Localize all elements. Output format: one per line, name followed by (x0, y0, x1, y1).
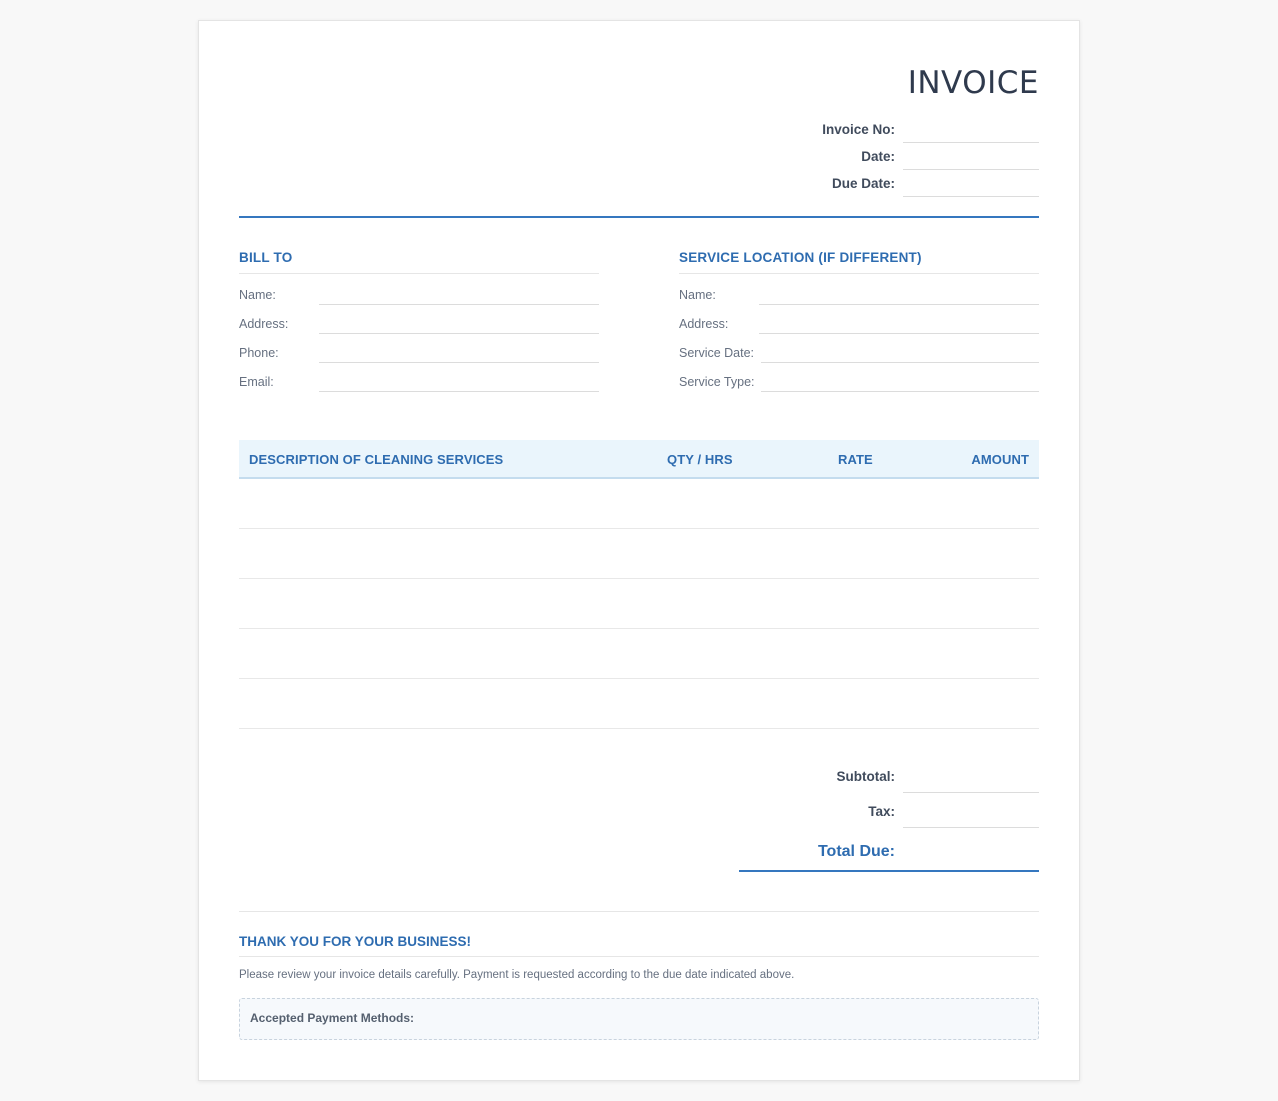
footer-divider (239, 911, 1039, 912)
bill-to-email-label: Email: (239, 375, 274, 389)
service-type-field[interactable] (761, 391, 1039, 392)
table-row[interactable] (239, 679, 1039, 729)
table-row[interactable] (239, 479, 1039, 529)
subtotal-field[interactable] (903, 792, 1039, 793)
invoice-number-field[interactable] (903, 142, 1039, 143)
service-address-label: Address: (679, 317, 729, 331)
bill-to-email-row: Email: (239, 361, 599, 392)
bill-to-name-label: Name: (239, 288, 276, 302)
service-date-label: Service Date: (679, 346, 755, 360)
service-type-label: Service Type: (679, 375, 755, 389)
due-date-label: Due Date: (831, 176, 895, 191)
table-row[interactable] (239, 579, 1039, 629)
service-address-row: Address: (679, 303, 1039, 334)
service-location-heading: SERVICE LOCATION (IF DIFFERENT) (679, 250, 1039, 274)
due-date-field[interactable] (903, 196, 1039, 197)
invoice-number-row: Invoice No: (739, 122, 1039, 149)
subtotal-label: Subtotal: (836, 769, 896, 784)
bill-to-address-row: Address: (239, 303, 599, 334)
bill-to-section: BILL TO Name: Address: Phone: Email: (239, 250, 599, 392)
subtotal-row: Subtotal: (739, 769, 1039, 793)
bill-to-email-field[interactable] (319, 391, 599, 392)
bill-to-phone-label: Phone: (239, 346, 279, 360)
bill-to-address-label: Address: (239, 317, 289, 331)
column-rate: RATE (838, 452, 873, 467)
invoice-date-row: Date: (739, 149, 1039, 176)
tax-label: Tax: (868, 804, 895, 819)
payment-methods-label: Accepted Payment Methods: (250, 1011, 415, 1025)
payment-methods-box[interactable]: Accepted Payment Methods: (239, 998, 1039, 1040)
due-date-row: Due Date: (739, 176, 1039, 203)
payment-note: Please review your invoice details caref… (239, 969, 795, 981)
service-name-label: Name: (679, 288, 716, 302)
thank-you-heading: THANK YOU FOR YOUR BUSINESS! (239, 934, 1039, 957)
bill-to-name-row: Name: (239, 274, 599, 305)
invoice-date-label: Date: (861, 149, 895, 164)
column-description: DESCRIPTION OF CLEANING SERVICES (249, 452, 504, 467)
service-type-row: Service Type: (679, 361, 1039, 392)
invoice-title: INVOICE (907, 65, 1039, 101)
tax-field[interactable] (903, 827, 1039, 828)
column-amount: AMOUNT (971, 452, 1029, 467)
column-qty-hrs: QTY / HRS (667, 452, 733, 467)
total-due-label: Total Due: (817, 843, 895, 860)
service-name-row: Name: (679, 274, 1039, 305)
invoice-page: INVOICE Invoice No: Date: Due Date: BILL… (198, 20, 1080, 1081)
table-row[interactable] (239, 629, 1039, 679)
service-date-row: Service Date: (679, 332, 1039, 363)
service-location-section: SERVICE LOCATION (IF DIFFERENT) Name: Ad… (679, 250, 1039, 392)
tax-row: Tax: (739, 804, 1039, 828)
bill-to-phone-row: Phone: (239, 332, 599, 363)
header-divider (239, 216, 1039, 218)
invoice-number-label: Invoice No: (822, 122, 895, 137)
table-row[interactable] (239, 529, 1039, 579)
invoice-date-field[interactable] (903, 169, 1039, 170)
total-due-row[interactable]: Total Due: (739, 843, 1039, 872)
invoice-content: INVOICE Invoice No: Date: Due Date: BILL… (239, 21, 1039, 1080)
bill-to-heading: BILL TO (239, 250, 599, 274)
services-table-header: DESCRIPTION OF CLEANING SERVICES QTY / H… (239, 440, 1039, 479)
